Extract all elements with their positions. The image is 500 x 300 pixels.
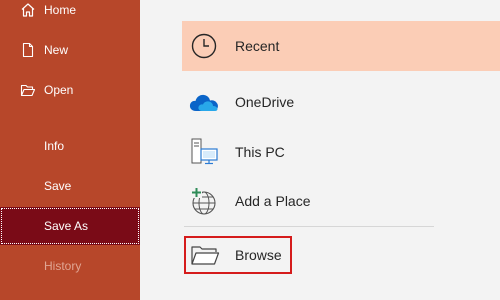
sidebar-item-save-as[interactable]: Save As: [0, 207, 140, 245]
sidebar-item-info[interactable]: Info: [0, 127, 140, 165]
sidebar-item-save[interactable]: Save: [0, 167, 140, 205]
this-pc-icon: [188, 136, 220, 168]
open-folder-icon: [20, 82, 36, 98]
sidebar-item-open[interactable]: Open: [0, 71, 140, 109]
clock-icon: [188, 30, 220, 62]
sidebar-item-home[interactable]: Home: [0, 0, 140, 29]
backstage-sidebar: Home New Open Info Save Save As History: [0, 0, 140, 300]
location-add-a-place[interactable]: Add a Place: [182, 176, 500, 226]
location-label: Recent: [235, 38, 280, 54]
location-browse[interactable]: Browse: [184, 236, 292, 274]
home-icon: [20, 2, 36, 18]
sidebar-item-label: Open: [44, 83, 74, 97]
sidebar-item-label: New: [44, 43, 69, 57]
browse-folder-icon: [190, 243, 220, 267]
location-recent[interactable]: Recent: [182, 21, 500, 71]
sidebar-item-label: Info: [44, 139, 65, 153]
sidebar-item-new[interactable]: New: [0, 31, 140, 69]
onedrive-cloud-icon: [188, 86, 220, 118]
sidebar-item-label: Save: [44, 179, 72, 193]
location-this-pc[interactable]: This PC: [182, 127, 500, 177]
location-onedrive[interactable]: OneDrive: [182, 77, 500, 127]
location-label: This PC: [235, 144, 285, 160]
sidebar-item-label: History: [44, 259, 82, 273]
new-document-icon: [20, 42, 36, 58]
sidebar-item-label: Home: [44, 3, 77, 17]
location-label: OneDrive: [235, 94, 295, 110]
location-label: Browse: [235, 247, 282, 263]
location-label: Add a Place: [235, 193, 311, 209]
sidebar-item-label: Save As: [44, 219, 89, 233]
add-place-globe-icon: [188, 185, 220, 217]
locations-divider: [184, 226, 434, 227]
sidebar-item-history[interactable]: History: [0, 247, 140, 285]
